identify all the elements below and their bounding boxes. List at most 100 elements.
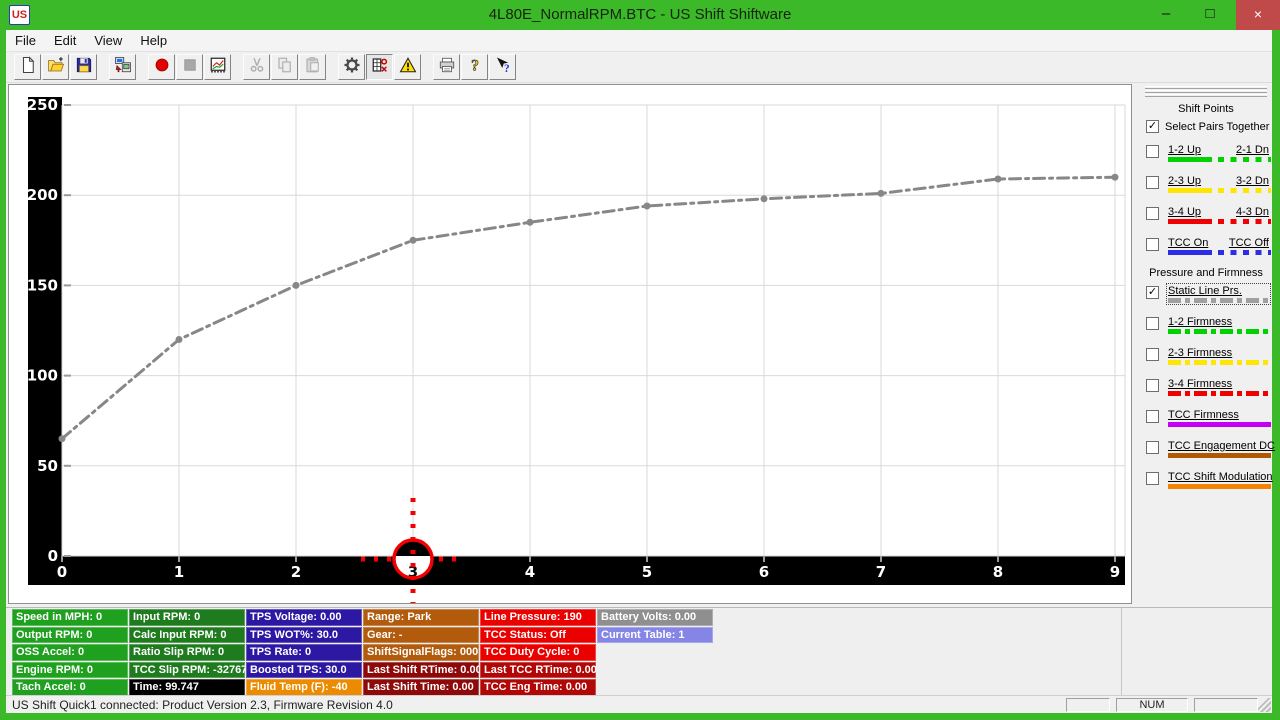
app-client-area: FileEditViewHelp ?? 05010015020025001234… [6,30,1272,713]
svg-text:50: 50 [37,457,58,475]
legend-sample-2-3-firmness[interactable]: 2-3 Firmness [1167,346,1270,366]
keyboard-indicator-num: NUM [1116,698,1188,712]
close-button[interactable]: × [1236,0,1280,30]
telemetry-cell-empty [597,644,713,661]
resize-grip-icon[interactable] [1257,698,1271,712]
checkbox-1-2-firmness[interactable] [1146,317,1159,330]
maximize-button[interactable]: □ [1188,0,1232,30]
telemetry-cell-last-tcc-rtime: Last TCC RTime: 0.00 [480,662,596,679]
checkbox-static-line-prs[interactable]: ✓ [1146,286,1159,299]
svg-text:?: ? [503,62,509,73]
legend-row-1-2-up-2-1-dn: 1-2 Up 2-1 Dn [1146,143,1269,163]
label-tcc-firmness[interactable]: TCC Firmness [1168,409,1239,421]
context-help-button[interactable]: ? [489,54,516,80]
help-button[interactable]: ? [461,54,488,80]
label-3-2-dn[interactable]: 3-2 Dn [1236,175,1269,187]
checkbox-3-4-firmness[interactable] [1146,379,1159,392]
label-2-3-up[interactable]: 2-3 Up [1168,175,1201,187]
titlebar: US 4L80E_NormalRPM.BTC - US Shift Shiftw… [0,0,1280,30]
legend-sample-1-2-firmness[interactable]: 1-2 Firmness [1167,315,1270,335]
legend-sample-static-line-prs[interactable]: Static Line Prs. [1167,284,1270,304]
status-pane [1194,698,1258,712]
telemetry-cell-tcc-status: TCC Status: Off [480,627,596,644]
legend-row-2-3-firmness: 2-3 Firmness [1146,346,1269,366]
telemetry-cell-last-shift-rtime: Last Shift RTime: 0.00 [363,662,479,679]
warning-button[interactable] [394,54,421,80]
legend-row-tcc-engagement-dc: TCC Engagement DC [1146,439,1269,459]
checkbox-3-4-up[interactable] [1146,207,1159,220]
legend-sample-tcc-shift-modulation[interactable]: TCC Shift Modulation [1167,470,1270,490]
label-3-4-firmness[interactable]: 3-4 Firmness [1168,378,1232,390]
checkbox-tcc-on[interactable] [1146,238,1159,251]
label-static-line-prs[interactable]: Static Line Prs. [1168,285,1242,297]
legend-labels: 1-2 Firmness [1168,316,1269,328]
new-document-icon [19,56,37,79]
checkbox-tcc-firmness[interactable] [1146,410,1159,423]
telemetry-cell-tcc-slip-rpm: TCC Slip RPM: -32767 [129,662,245,679]
legend-sample-tcc-firmness[interactable]: TCC Firmness [1167,408,1270,428]
legend-sample-1-2-up[interactable]: 1-2 Up 2-1 Dn [1167,143,1270,163]
chart-area[interactable]: 05010015020025001234567893 [8,84,1132,604]
status-message: US Shift Quick1 connected: Product Versi… [12,697,393,713]
checkbox-select-pairs-together[interactable]: ✓ [1146,120,1159,133]
panel-divider [1121,608,1122,696]
minimize-button[interactable]: – [1144,0,1188,30]
telemetry-cell-range: Range: Park [363,609,479,626]
context-help-icon: ? [494,56,512,79]
label-4-3-dn[interactable]: 4-3 Dn [1236,206,1269,218]
telemetry-cell-shiftsignalflags: ShiftSignalFlags: 000 [363,644,479,661]
send-to-device-button[interactable] [109,54,136,80]
label-1-2-up[interactable]: 1-2 Up [1168,144,1201,156]
legend-row-tcc-on-tcc-off: TCC On TCC Off [1146,236,1269,256]
save-button[interactable] [70,54,97,80]
label-tcc-on[interactable]: TCC On [1168,237,1208,249]
label-tcc-off[interactable]: TCC Off [1229,237,1269,249]
label-tcc-shift-modulation[interactable]: TCC Shift Modulation [1168,471,1273,483]
checkbox-1-2-up[interactable] [1146,145,1159,158]
svg-text:100: 100 [27,367,58,385]
label-1-2-firmness[interactable]: 1-2 Firmness [1168,316,1232,328]
legend-sample-3-4-up[interactable]: 3-4 Up 4-3 Dn [1167,205,1270,225]
legend-sample-tcc-engagement-dc[interactable]: TCC Engagement DC [1167,439,1270,459]
svg-text:7: 7 [876,563,886,581]
paste-button [299,54,326,80]
label-3-4-up[interactable]: 3-4 Up [1168,206,1201,218]
monitor-chart-button[interactable] [204,54,231,80]
checkbox-2-3-firmness[interactable] [1146,348,1159,361]
section-title-shift-points: Shift Points [1140,103,1272,115]
checkbox-tcc-shift-modulation[interactable] [1146,472,1159,485]
menu-edit[interactable]: Edit [45,30,85,51]
legend-sample-2-3-up[interactable]: 2-3 Up 3-2 Dn [1167,174,1270,194]
window-frame: US 4L80E_NormalRPM.BTC - US Shift Shiftw… [0,0,1280,720]
legend-sample-3-4-firmness[interactable]: 3-4 Firmness [1167,377,1270,397]
menu-file[interactable]: File [6,30,45,51]
print-button[interactable] [433,54,460,80]
checkbox-tcc-engagement-dc[interactable] [1146,441,1159,454]
open-file-button[interactable] [42,54,69,80]
panel-gripper-icon[interactable] [1145,86,1267,97]
svg-text:2: 2 [291,563,301,581]
legend-sample-tcc-on[interactable]: TCC On TCC Off [1167,236,1270,256]
menu-help[interactable]: Help [131,30,176,51]
telemetry-cell-output-rpm: Output RPM: 0 [12,627,128,644]
table-setup-button[interactable] [366,54,393,80]
telemetry-cell-oss-accel: OSS Accel: 0 [12,644,128,661]
record-button[interactable] [148,54,175,80]
settings-gear-button[interactable] [338,54,365,80]
label-select-pairs-together[interactable]: Select Pairs Together [1165,121,1269,133]
legend-labels: TCC On TCC Off [1168,237,1269,249]
label-tcc-engagement-dc[interactable]: TCC Engagement DC [1168,440,1275,452]
telemetry-cell-current-table: Current Table: 1 [597,627,713,644]
menu-view[interactable]: View [85,30,131,51]
paste-icon [304,56,322,79]
new-document-button[interactable] [14,54,41,80]
telemetry-cell-boosted-tps: Boosted TPS: 30.0 [246,662,362,679]
svg-text:200: 200 [27,186,58,204]
open-file-icon [47,56,65,79]
label-2-1-dn[interactable]: 2-1 Dn [1236,144,1269,156]
print-icon [438,56,456,79]
legend-row-1-2-firmness: 1-2 Firmness [1146,315,1269,335]
checkbox-2-3-up[interactable] [1146,176,1159,189]
legend-labels: 3-4 Firmness [1168,378,1269,390]
label-2-3-firmness[interactable]: 2-3 Firmness [1168,347,1232,359]
